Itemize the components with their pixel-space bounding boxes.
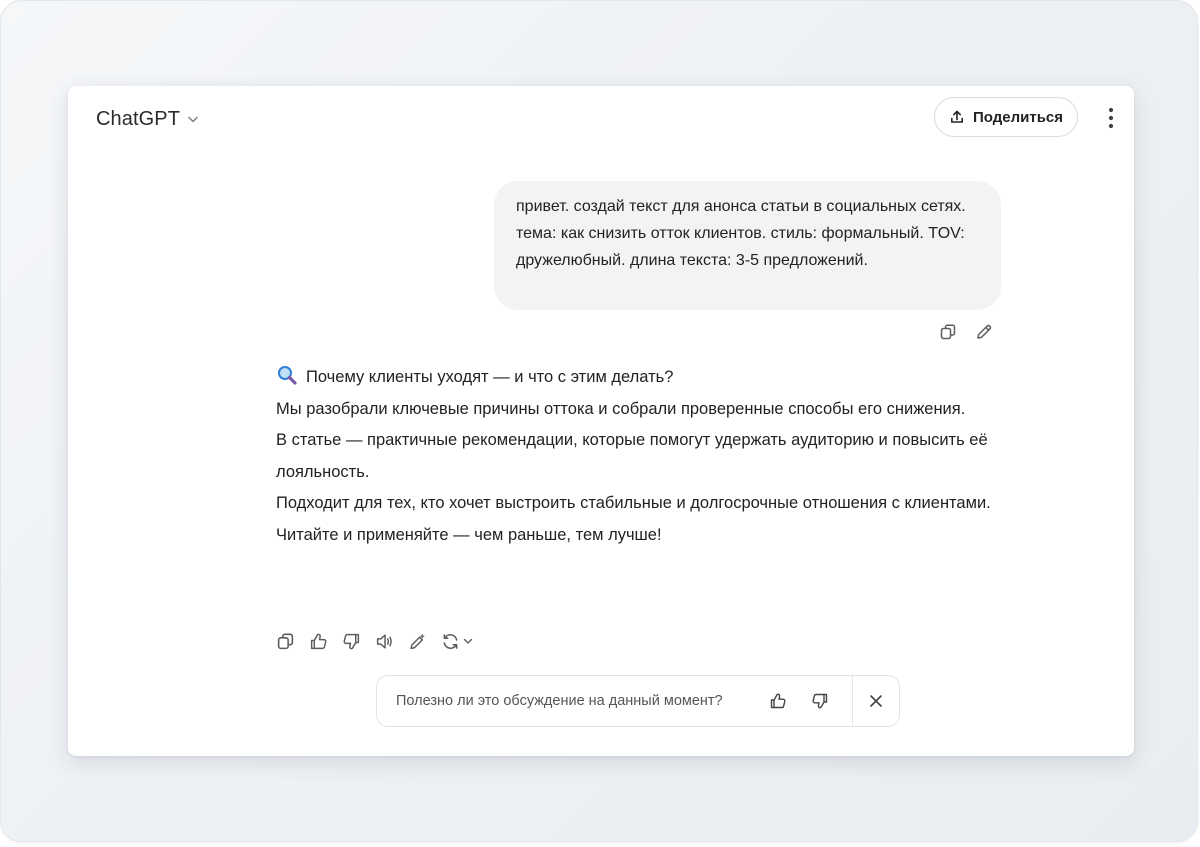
assistant-message-actions (275, 631, 474, 651)
answer-line: Читайте и применяйте — чем раньше, тем л… (276, 525, 662, 544)
copy-icon[interactable] (275, 631, 295, 651)
thumbs-up-icon[interactable] (768, 691, 788, 711)
speaker-icon[interactable] (374, 631, 394, 651)
more-vertical-icon[interactable] (1100, 104, 1122, 132)
feedback-buttons (768, 691, 830, 711)
answer-line: Мы разобрали ключевые причины оттока и с… (276, 399, 966, 418)
user-message: привет. создай текст для анонса статьи в… (494, 181, 1001, 310)
feedback-question: Полезно ли это обсуждение на данный моме… (396, 693, 723, 709)
copy-icon[interactable] (938, 322, 958, 342)
app-frame: ChatGPT Поделиться привет. создай текст … (0, 0, 1198, 842)
chat-window: ChatGPT Поделиться привет. создай текст … (68, 86, 1134, 756)
answer-line: В статье — практичные рекомендации, кото… (276, 431, 988, 481)
pencil-icon[interactable] (974, 322, 994, 342)
close-icon[interactable] (853, 676, 899, 726)
thumbs-down-icon[interactable] (341, 631, 361, 651)
chevron-down-icon (462, 635, 474, 647)
thumbs-up-icon[interactable] (308, 631, 328, 651)
share-label: Поделиться (972, 108, 1064, 126)
assistant-message: Почему клиенты уходят — и что с этим дел… (276, 362, 996, 552)
chevron-down-icon (186, 112, 200, 126)
edit-sparkle-icon[interactable] (407, 631, 427, 651)
magnifying-glass-icon (276, 365, 298, 385)
thumbs-down-icon[interactable] (810, 691, 830, 711)
answer-line: Почему клиенты уходят — и что с этим дел… (276, 362, 996, 394)
answer-line: Подходит для тех, кто хочет выстроить ст… (276, 494, 991, 513)
refresh-icon (440, 631, 460, 651)
model-name: ChatGPT (96, 107, 181, 130)
feedback-bar: Полезно ли это обсуждение на данный моме… (376, 675, 900, 727)
regenerate-button[interactable] (440, 631, 474, 651)
share-button[interactable]: Поделиться (934, 97, 1078, 137)
upload-icon (949, 109, 965, 125)
model-selector[interactable]: ChatGPT (96, 106, 200, 132)
user-message-actions (938, 322, 994, 342)
